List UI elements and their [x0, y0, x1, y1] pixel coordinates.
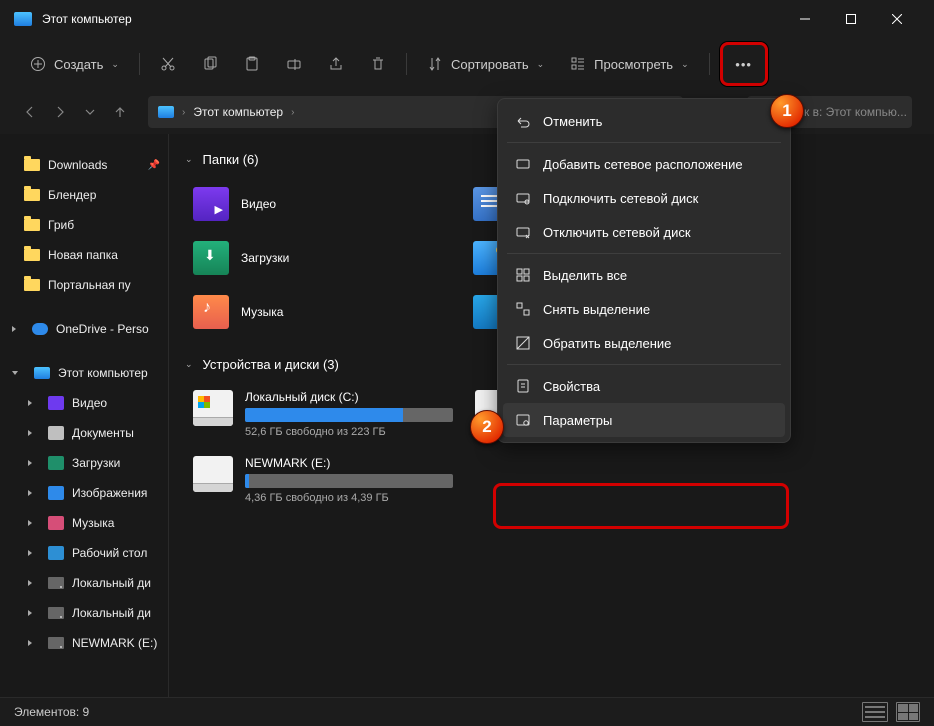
- menu-item-netdis[interactable]: Отключить сетевой диск: [503, 215, 785, 249]
- more-context-menu: Отменить Добавить сетевое расположениеПод…: [497, 98, 791, 443]
- sidebar-this-pc[interactable]: Этот компьютер: [0, 358, 168, 388]
- library-icon: [48, 516, 64, 530]
- copy-button[interactable]: [192, 46, 228, 82]
- drive-tile[interactable]: Локальный диск (C:)52,6 ГБ свободно из 2…: [185, 384, 461, 444]
- undo-icon: [515, 113, 531, 129]
- forward-button[interactable]: [52, 104, 68, 120]
- drive-tile[interactable]: NEWMARK (E:)4,36 ГБ свободно из 4,39 ГБ: [185, 450, 461, 510]
- folder-icon: [193, 241, 229, 275]
- up-button[interactable]: [112, 104, 128, 120]
- view-button[interactable]: Просмотреть⌄: [560, 46, 698, 82]
- netmap-icon: [515, 190, 531, 206]
- paste-button[interactable]: [234, 46, 270, 82]
- titlebar: Этот компьютер: [0, 0, 934, 38]
- menu-item-selinv[interactable]: Обратить выделение: [503, 326, 785, 360]
- details-view-button[interactable]: [862, 702, 888, 722]
- folder-icon: [24, 159, 40, 171]
- navigation-pane[interactable]: Downloads📌БлендерГрибНовая папкаПортальн…: [0, 134, 169, 698]
- recent-button[interactable]: [82, 104, 98, 120]
- sidebar-item[interactable]: Гриб: [0, 210, 168, 240]
- library-icon: [48, 546, 64, 560]
- toolbar: Создать⌄ Сортировать⌄ Просмотреть⌄ •••: [0, 38, 934, 90]
- back-button[interactable]: [22, 104, 38, 120]
- this-pc-icon: [34, 367, 50, 379]
- menu-item-netadd[interactable]: Добавить сетевое расположение: [503, 147, 785, 181]
- selall-icon: [515, 267, 531, 283]
- sidebar-onedrive[interactable]: OneDrive - Perso: [0, 314, 168, 344]
- folder-icon: [193, 187, 229, 221]
- sidebar-item[interactable]: Загрузки: [0, 448, 168, 478]
- menu-item-selnone[interactable]: Снять выделение: [503, 292, 785, 326]
- sidebar-item[interactable]: Новая папка: [0, 240, 168, 270]
- new-button[interactable]: Создать⌄: [20, 46, 129, 82]
- minimize-button[interactable]: [782, 4, 828, 34]
- cut-button[interactable]: [150, 46, 186, 82]
- folder-icon: [193, 295, 229, 329]
- menu-item-opts[interactable]: Параметры: [503, 403, 785, 437]
- sidebar-item[interactable]: Видео: [0, 388, 168, 418]
- prop-icon: [515, 378, 531, 394]
- sidebar-item[interactable]: Изображения: [0, 478, 168, 508]
- netdis-icon: [515, 224, 531, 240]
- selnone-icon: [515, 301, 531, 317]
- library-icon: [48, 426, 64, 440]
- drive-icon: [193, 390, 233, 426]
- sidebar-item[interactable]: Блендер: [0, 180, 168, 210]
- library-icon: [48, 486, 64, 500]
- more-button[interactable]: •••: [727, 49, 761, 79]
- sidebar-item[interactable]: NEWMARK (E:): [0, 628, 168, 658]
- drive-icon: [48, 607, 64, 619]
- folder-tile[interactable]: Загрузки: [185, 233, 461, 283]
- close-button[interactable]: [874, 4, 920, 34]
- sort-button[interactable]: Сортировать⌄: [417, 46, 554, 82]
- sidebar-item[interactable]: Музыка: [0, 508, 168, 538]
- item-count: Элементов: 9: [14, 705, 89, 719]
- tiles-view-button[interactable]: [896, 702, 920, 722]
- file-explorer-window: Этот компьютер Создать⌄ Сортировать⌄ Про…: [0, 0, 934, 726]
- breadcrumb-icon: [158, 106, 174, 118]
- storage-bar: [245, 474, 453, 488]
- drive-icon: [193, 456, 233, 492]
- library-icon: [48, 396, 64, 410]
- drive-icon: [48, 577, 64, 589]
- menu-item-netmap[interactable]: Подключить сетевой диск: [503, 181, 785, 215]
- annotation-badge-2: 2: [470, 410, 504, 444]
- folder-icon: [24, 279, 40, 291]
- breadcrumb-item[interactable]: Этот компьютер: [193, 105, 283, 119]
- sidebar-item[interactable]: Документы: [0, 418, 168, 448]
- maximize-button[interactable]: [828, 4, 874, 34]
- sidebar-item[interactable]: Рабочий стол: [0, 538, 168, 568]
- folder-tile[interactable]: Музыка: [185, 287, 461, 337]
- sidebar-item[interactable]: Портальная пу: [0, 270, 168, 300]
- storage-bar: [245, 408, 453, 422]
- sidebar-item[interactable]: Локальный ди: [0, 598, 168, 628]
- pin-icon: 📌: [148, 160, 160, 171]
- this-pc-icon: [14, 12, 32, 26]
- folder-icon: [24, 249, 40, 261]
- menu-item-selall[interactable]: Выделить все: [503, 258, 785, 292]
- sidebar-item[interactable]: Downloads📌: [0, 150, 168, 180]
- drive-icon: [48, 637, 64, 649]
- opts-icon: [515, 412, 531, 428]
- delete-button[interactable]: [360, 46, 396, 82]
- selinv-icon: [515, 335, 531, 351]
- cloud-icon: [32, 323, 48, 335]
- share-button[interactable]: [318, 46, 354, 82]
- folder-icon: [24, 219, 40, 231]
- menu-item-undo[interactable]: Отменить: [503, 104, 785, 138]
- more-button-highlight: •••: [720, 42, 768, 86]
- library-icon: [48, 456, 64, 470]
- sidebar-item[interactable]: Локальный ди: [0, 568, 168, 598]
- netadd-icon: [515, 156, 531, 172]
- rename-button[interactable]: [276, 46, 312, 82]
- status-bar: Элементов: 9: [0, 697, 934, 726]
- folder-icon: [24, 189, 40, 201]
- window-title: Этот компьютер: [42, 12, 132, 26]
- menu-item-prop[interactable]: Свойства: [503, 369, 785, 403]
- annotation-badge-1: 1: [770, 94, 804, 128]
- folder-tile[interactable]: Видео: [185, 179, 461, 229]
